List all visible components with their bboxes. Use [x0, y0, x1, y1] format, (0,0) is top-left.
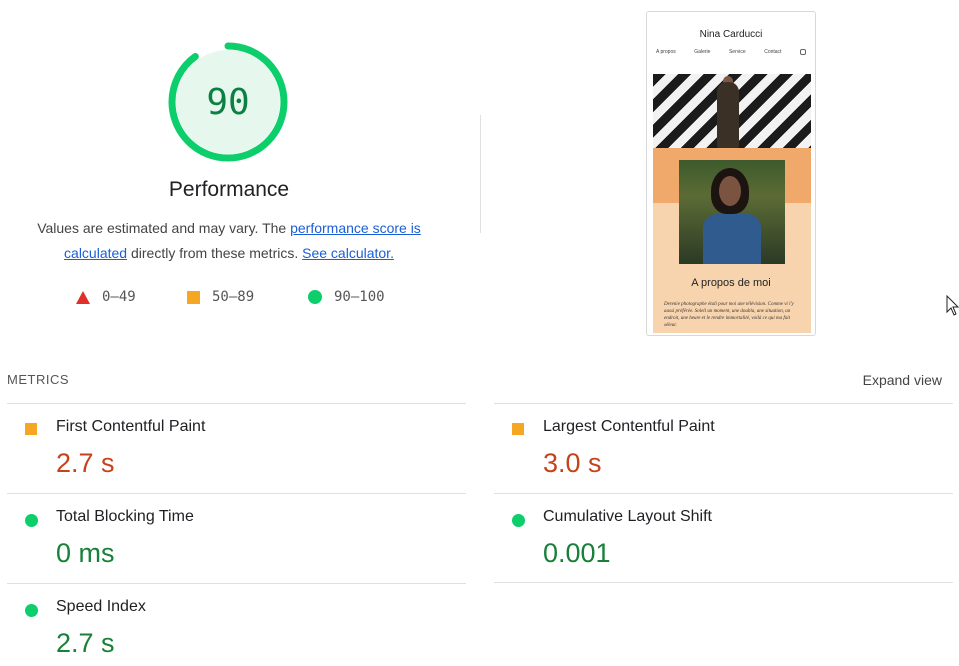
metric-value: 0.001	[543, 538, 611, 568]
metric-cumulative-layout-shift: Cumulative Layout Shift 0.001	[494, 493, 953, 583]
nav-item: A propos	[656, 49, 676, 55]
legend-range: 0–49	[102, 289, 136, 305]
metric-speed-index: Speed Index 2.7 s	[7, 583, 466, 666]
performance-score-value: 90	[206, 81, 250, 123]
performance-title: Performance	[168, 178, 290, 201]
metric-name: Largest Contentful Paint	[543, 418, 715, 435]
metric-name: Speed Index	[56, 598, 146, 615]
see-calculator-link[interactable]: See calculator.	[302, 245, 394, 261]
metric-value: 0 ms	[56, 538, 115, 568]
portrait-image	[679, 160, 785, 264]
instagram-icon	[799, 49, 806, 55]
final-screenshot-thumbnail[interactable]: Nina Carducci A propos Galerie Service C…	[646, 11, 816, 336]
legend-item-average: 50–89	[187, 289, 254, 305]
metric-total-blocking-time: Total Blocking Time 0 ms	[7, 493, 466, 583]
about-heading: A propos de moi	[691, 277, 771, 289]
green-circle-icon	[25, 514, 38, 527]
site-nav: A propos Galerie Service Contact	[656, 49, 806, 55]
about-text: Derenie photographe étali pour moi une t…	[664, 302, 794, 328]
legend-range: 90–100	[334, 289, 385, 305]
red-triangle-icon	[76, 290, 90, 304]
section-divider	[480, 115, 481, 233]
hero-figure	[717, 82, 739, 148]
orange-square-icon	[512, 423, 524, 435]
description-text: directly from these metrics.	[127, 245, 303, 261]
hero-image	[653, 74, 811, 148]
metric-value: 3.0 s	[543, 448, 602, 478]
orange-square-icon	[187, 290, 200, 304]
portrait-face	[719, 176, 741, 206]
expand-view-toggle[interactable]: Expand view	[863, 372, 942, 388]
legend-range: 50–89	[212, 289, 255, 305]
orange-square-icon	[25, 423, 37, 435]
metric-first-contentful-paint: First Contentful Paint 2.7 s	[7, 403, 466, 493]
nav-item: Service	[728, 49, 746, 55]
metric-value: 2.7 s	[56, 448, 115, 478]
performance-description: Values are estimated and may vary. The p…	[14, 216, 444, 266]
legend-item-fail: 0–49	[76, 289, 136, 305]
site-name: Nina Carducci	[699, 29, 763, 40]
performance-score-gauge: 90	[168, 42, 288, 162]
nav-item: Galerie	[694, 49, 711, 55]
metric-name: Cumulative Layout Shift	[543, 508, 712, 525]
metrics-divider	[494, 582, 953, 583]
green-circle-icon	[308, 290, 322, 304]
metric-value: 2.7 s	[56, 628, 115, 658]
mouse-cursor-icon	[946, 295, 959, 316]
metric-name: First Contentful Paint	[56, 418, 206, 435]
description-text: Values are estimated and may vary. The	[37, 220, 291, 236]
green-circle-icon	[512, 514, 525, 527]
portrait-body	[703, 214, 761, 264]
metric-name: Total Blocking Time	[56, 508, 194, 525]
green-circle-icon	[25, 604, 38, 617]
legend-item-pass: 90–100	[308, 289, 385, 305]
nav-item: Contact	[764, 49, 782, 55]
metrics-heading: METRICS	[7, 372, 69, 387]
metric-largest-contentful-paint: Largest Contentful Paint 3.0 s	[494, 403, 953, 493]
